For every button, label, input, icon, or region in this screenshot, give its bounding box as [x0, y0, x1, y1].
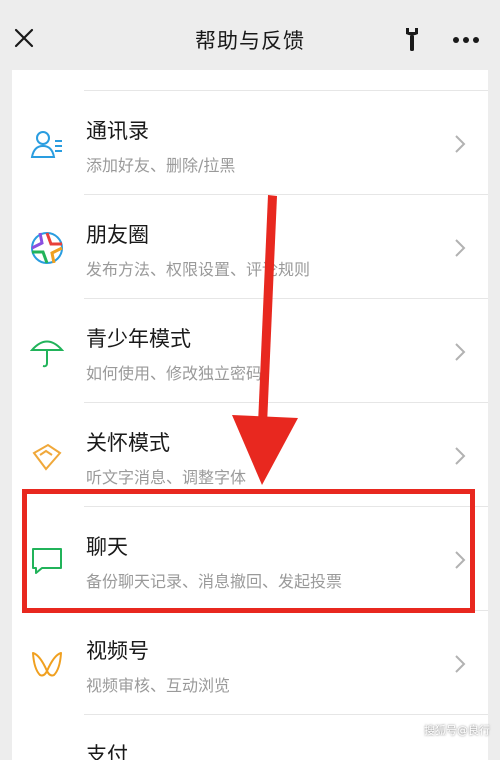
- item-title: 支付: [86, 743, 128, 760]
- item-title: 青少年模式: [86, 327, 191, 351]
- wrench-icon[interactable]: [400, 26, 424, 52]
- list-item-channels[interactable]: 视频号 视频审核、互动浏览: [12, 611, 488, 714]
- list-item-contacts[interactable]: 通讯录 添加好友、删除/拉黑: [12, 91, 488, 194]
- channels-icon: [32, 652, 62, 677]
- annotation-arrow: [232, 195, 298, 485]
- watermark: 搜狐号@良行: [424, 724, 490, 737]
- care-icon: [32, 443, 62, 471]
- item-subtitle: 视频审核、互动浏览: [86, 676, 231, 695]
- chevron-right-icon: [455, 655, 466, 673]
- annotation-highlight-box: [22, 489, 475, 613]
- chevron-right-icon: [455, 343, 466, 361]
- contacts-icon: [30, 131, 62, 158]
- moments-icon: [31, 232, 63, 264]
- item-title: 视频号: [86, 639, 149, 663]
- umbrella-icon: [30, 340, 64, 368]
- item-title: 关怀模式: [86, 431, 170, 455]
- chevron-right-icon: [455, 239, 466, 257]
- item-subtitle: 添加好友、删除/拉黑: [86, 156, 236, 175]
- item-title: 通讯录: [86, 119, 149, 143]
- page-title: 帮助与反馈: [195, 29, 305, 53]
- more-icon[interactable]: [452, 36, 480, 44]
- chevron-right-icon: [455, 135, 466, 153]
- chevron-right-icon: [455, 447, 466, 465]
- list-item-pay[interactable]: 支付: [12, 715, 488, 760]
- top-bar: 帮助与反馈: [0, 0, 500, 70]
- item-title: 朋友圈: [86, 223, 149, 247]
